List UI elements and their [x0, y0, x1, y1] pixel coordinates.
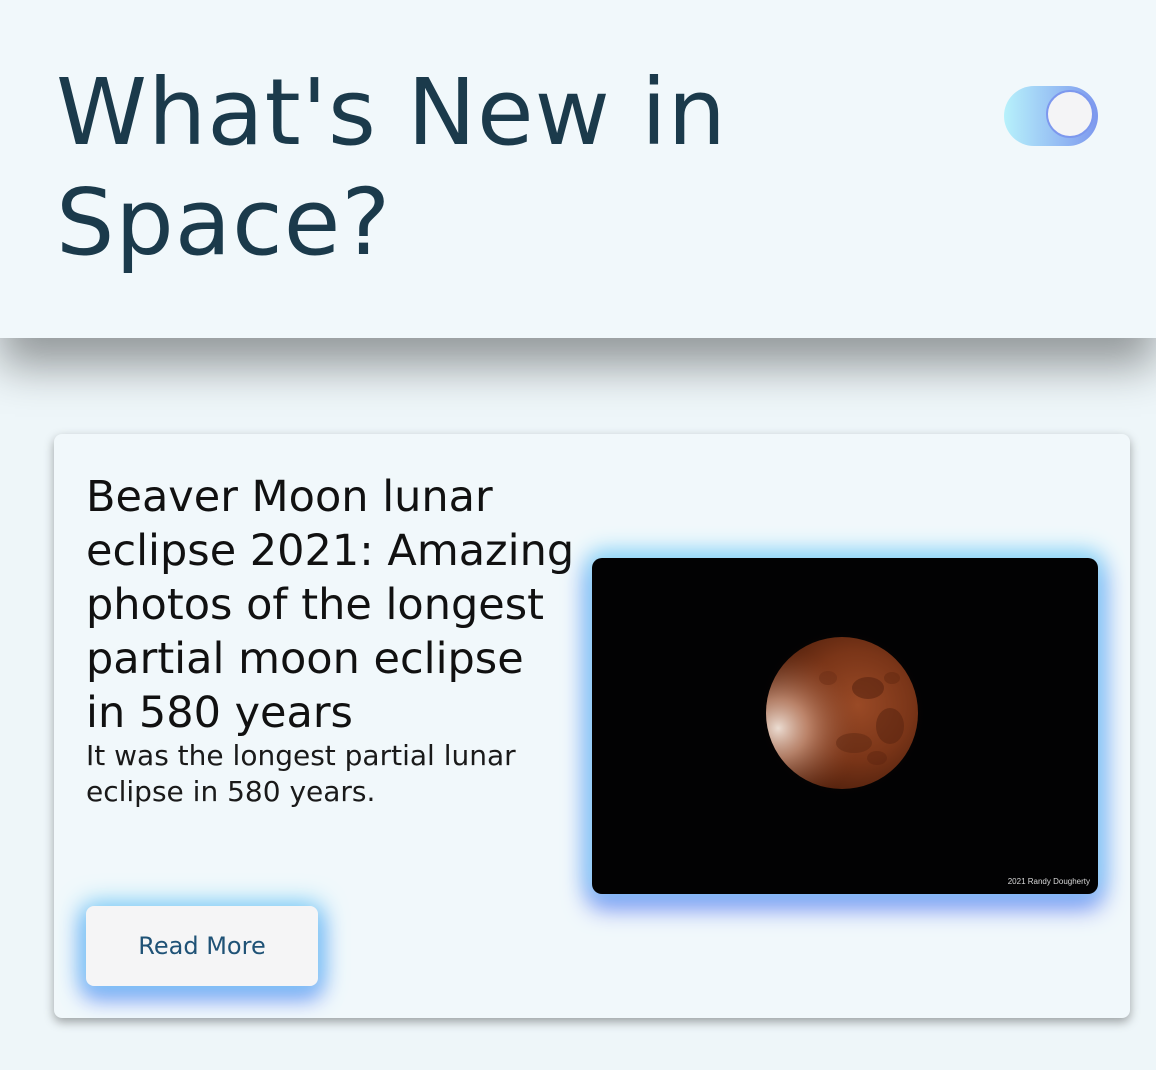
site-header: What's New in Space? — [0, 0, 1156, 338]
article-description: It was the longest partial lunar eclipse… — [86, 739, 516, 808]
image-credit: 2021 Randy Dougherty — [1007, 877, 1090, 886]
article-title: Beaver Moon lunar eclipse 2021: Amazing … — [86, 472, 575, 738]
article-image: 2021 Randy Dougherty — [592, 558, 1098, 894]
theme-toggle[interactable] — [1004, 86, 1098, 146]
read-more-button[interactable]: Read More — [86, 906, 318, 986]
article-card: Beaver Moon lunar eclipse 2021: Amazing … — [54, 434, 1130, 1018]
lunar-eclipse-moon-image — [756, 627, 928, 799]
page-title: What's New in Space? — [56, 59, 727, 276]
toggle-knob[interactable] — [1046, 90, 1094, 138]
